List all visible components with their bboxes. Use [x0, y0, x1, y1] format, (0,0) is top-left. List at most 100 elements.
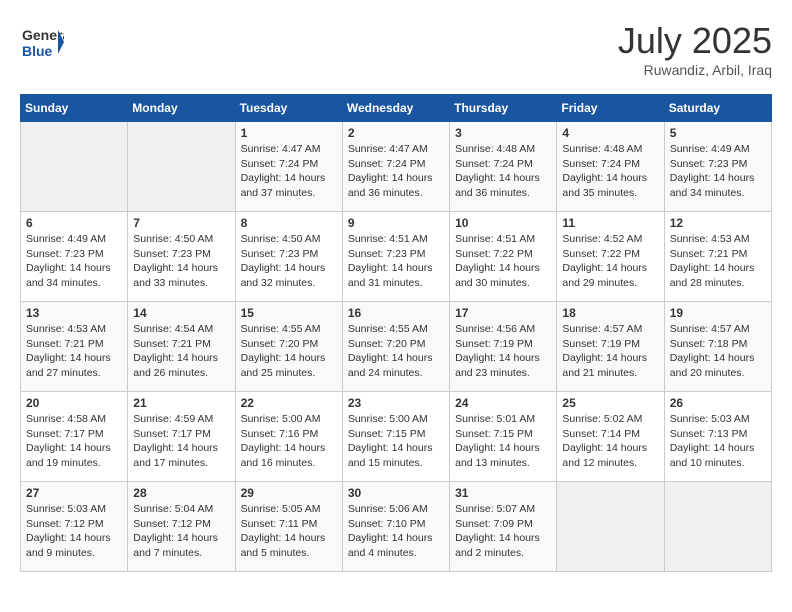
day-cell: 24 Sunrise: 5:01 AM Sunset: 7:15 PM Dayl… — [450, 392, 557, 482]
cell-content: Sunrise: 4:50 AM Sunset: 7:23 PM Dayligh… — [241, 232, 337, 291]
day-number: 16 — [348, 306, 444, 320]
day-cell: 21 Sunrise: 4:59 AM Sunset: 7:17 PM Dayl… — [128, 392, 235, 482]
day-number: 12 — [670, 216, 766, 230]
day-cell: 7 Sunrise: 4:50 AM Sunset: 7:23 PM Dayli… — [128, 212, 235, 302]
week-row-1: 1 Sunrise: 4:47 AM Sunset: 7:24 PM Dayli… — [21, 122, 772, 212]
day-cell — [128, 122, 235, 212]
day-number: 1 — [241, 126, 337, 140]
cell-content: Sunrise: 4:49 AM Sunset: 7:23 PM Dayligh… — [670, 142, 766, 201]
cell-content: Sunrise: 4:47 AM Sunset: 7:24 PM Dayligh… — [241, 142, 337, 201]
cell-content: Sunrise: 4:51 AM Sunset: 7:22 PM Dayligh… — [455, 232, 551, 291]
day-cell — [557, 482, 664, 572]
day-cell: 29 Sunrise: 5:05 AM Sunset: 7:11 PM Dayl… — [235, 482, 342, 572]
day-number: 2 — [348, 126, 444, 140]
logo-mark: General Blue — [20, 20, 64, 69]
day-cell: 20 Sunrise: 4:58 AM Sunset: 7:17 PM Dayl… — [21, 392, 128, 482]
day-number: 13 — [26, 306, 122, 320]
logo: General Blue — [20, 20, 64, 69]
cell-content: Sunrise: 5:00 AM Sunset: 7:15 PM Dayligh… — [348, 412, 444, 471]
day-cell: 28 Sunrise: 5:04 AM Sunset: 7:12 PM Dayl… — [128, 482, 235, 572]
page-header: General Blue July 2025 Ruwandiz, Arbil, … — [20, 20, 772, 78]
cell-content: Sunrise: 4:57 AM Sunset: 7:18 PM Dayligh… — [670, 322, 766, 381]
day-cell: 17 Sunrise: 4:56 AM Sunset: 7:19 PM Dayl… — [450, 302, 557, 392]
svg-text:Blue: Blue — [22, 43, 53, 59]
day-number: 21 — [133, 396, 229, 410]
week-row-3: 13 Sunrise: 4:53 AM Sunset: 7:21 PM Dayl… — [21, 302, 772, 392]
header-row: SundayMondayTuesdayWednesdayThursdayFrid… — [21, 95, 772, 122]
day-cell: 2 Sunrise: 4:47 AM Sunset: 7:24 PM Dayli… — [342, 122, 449, 212]
header-cell-friday: Friday — [557, 95, 664, 122]
day-cell: 26 Sunrise: 5:03 AM Sunset: 7:13 PM Dayl… — [664, 392, 771, 482]
cell-content: Sunrise: 4:53 AM Sunset: 7:21 PM Dayligh… — [670, 232, 766, 291]
cell-content: Sunrise: 5:03 AM Sunset: 7:12 PM Dayligh… — [26, 502, 122, 561]
calendar-table: SundayMondayTuesdayWednesdayThursdayFrid… — [20, 94, 772, 572]
day-number: 19 — [670, 306, 766, 320]
day-number: 26 — [670, 396, 766, 410]
day-number: 4 — [562, 126, 658, 140]
day-cell: 14 Sunrise: 4:54 AM Sunset: 7:21 PM Dayl… — [128, 302, 235, 392]
day-number: 8 — [241, 216, 337, 230]
day-cell: 13 Sunrise: 4:53 AM Sunset: 7:21 PM Dayl… — [21, 302, 128, 392]
day-number: 25 — [562, 396, 658, 410]
day-cell: 1 Sunrise: 4:47 AM Sunset: 7:24 PM Dayli… — [235, 122, 342, 212]
calendar-header: SundayMondayTuesdayWednesdayThursdayFrid… — [21, 95, 772, 122]
day-number: 28 — [133, 486, 229, 500]
header-cell-monday: Monday — [128, 95, 235, 122]
cell-content: Sunrise: 4:58 AM Sunset: 7:17 PM Dayligh… — [26, 412, 122, 471]
week-row-2: 6 Sunrise: 4:49 AM Sunset: 7:23 PM Dayli… — [21, 212, 772, 302]
svg-text:General: General — [22, 27, 64, 43]
day-number: 30 — [348, 486, 444, 500]
cell-content: Sunrise: 5:00 AM Sunset: 7:16 PM Dayligh… — [241, 412, 337, 471]
day-cell: 19 Sunrise: 4:57 AM Sunset: 7:18 PM Dayl… — [664, 302, 771, 392]
header-cell-wednesday: Wednesday — [342, 95, 449, 122]
day-cell: 15 Sunrise: 4:55 AM Sunset: 7:20 PM Dayl… — [235, 302, 342, 392]
day-number: 5 — [670, 126, 766, 140]
day-cell: 22 Sunrise: 5:00 AM Sunset: 7:16 PM Dayl… — [235, 392, 342, 482]
day-number: 3 — [455, 126, 551, 140]
day-cell: 5 Sunrise: 4:49 AM Sunset: 7:23 PM Dayli… — [664, 122, 771, 212]
location: Ruwandiz, Arbil, Iraq — [618, 62, 772, 78]
day-cell: 30 Sunrise: 5:06 AM Sunset: 7:10 PM Dayl… — [342, 482, 449, 572]
day-cell: 3 Sunrise: 4:48 AM Sunset: 7:24 PM Dayli… — [450, 122, 557, 212]
header-cell-tuesday: Tuesday — [235, 95, 342, 122]
header-cell-sunday: Sunday — [21, 95, 128, 122]
cell-content: Sunrise: 5:02 AM Sunset: 7:14 PM Dayligh… — [562, 412, 658, 471]
cell-content: Sunrise: 4:53 AM Sunset: 7:21 PM Dayligh… — [26, 322, 122, 381]
cell-content: Sunrise: 4:57 AM Sunset: 7:19 PM Dayligh… — [562, 322, 658, 381]
day-cell: 23 Sunrise: 5:00 AM Sunset: 7:15 PM Dayl… — [342, 392, 449, 482]
cell-content: Sunrise: 4:48 AM Sunset: 7:24 PM Dayligh… — [562, 142, 658, 201]
cell-content: Sunrise: 4:48 AM Sunset: 7:24 PM Dayligh… — [455, 142, 551, 201]
day-cell — [21, 122, 128, 212]
day-number: 7 — [133, 216, 229, 230]
cell-content: Sunrise: 5:06 AM Sunset: 7:10 PM Dayligh… — [348, 502, 444, 561]
day-number: 31 — [455, 486, 551, 500]
cell-content: Sunrise: 4:50 AM Sunset: 7:23 PM Dayligh… — [133, 232, 229, 291]
day-number: 27 — [26, 486, 122, 500]
day-cell: 6 Sunrise: 4:49 AM Sunset: 7:23 PM Dayli… — [21, 212, 128, 302]
week-row-5: 27 Sunrise: 5:03 AM Sunset: 7:12 PM Dayl… — [21, 482, 772, 572]
day-cell: 31 Sunrise: 5:07 AM Sunset: 7:09 PM Dayl… — [450, 482, 557, 572]
month-title: July 2025 — [618, 20, 772, 62]
day-number: 23 — [348, 396, 444, 410]
header-cell-saturday: Saturday — [664, 95, 771, 122]
day-number: 29 — [241, 486, 337, 500]
day-cell: 27 Sunrise: 5:03 AM Sunset: 7:12 PM Dayl… — [21, 482, 128, 572]
header-cell-thursday: Thursday — [450, 95, 557, 122]
day-number: 22 — [241, 396, 337, 410]
cell-content: Sunrise: 4:49 AM Sunset: 7:23 PM Dayligh… — [26, 232, 122, 291]
cell-content: Sunrise: 4:59 AM Sunset: 7:17 PM Dayligh… — [133, 412, 229, 471]
day-cell: 10 Sunrise: 4:51 AM Sunset: 7:22 PM Dayl… — [450, 212, 557, 302]
day-number: 24 — [455, 396, 551, 410]
day-number: 18 — [562, 306, 658, 320]
cell-content: Sunrise: 4:55 AM Sunset: 7:20 PM Dayligh… — [348, 322, 444, 381]
day-number: 10 — [455, 216, 551, 230]
day-cell: 4 Sunrise: 4:48 AM Sunset: 7:24 PM Dayli… — [557, 122, 664, 212]
day-cell: 18 Sunrise: 4:57 AM Sunset: 7:19 PM Dayl… — [557, 302, 664, 392]
day-cell: 9 Sunrise: 4:51 AM Sunset: 7:23 PM Dayli… — [342, 212, 449, 302]
cell-content: Sunrise: 4:54 AM Sunset: 7:21 PM Dayligh… — [133, 322, 229, 381]
title-block: July 2025 Ruwandiz, Arbil, Iraq — [618, 20, 772, 78]
day-cell: 12 Sunrise: 4:53 AM Sunset: 7:21 PM Dayl… — [664, 212, 771, 302]
cell-content: Sunrise: 4:55 AM Sunset: 7:20 PM Dayligh… — [241, 322, 337, 381]
cell-content: Sunrise: 4:47 AM Sunset: 7:24 PM Dayligh… — [348, 142, 444, 201]
cell-content: Sunrise: 4:52 AM Sunset: 7:22 PM Dayligh… — [562, 232, 658, 291]
